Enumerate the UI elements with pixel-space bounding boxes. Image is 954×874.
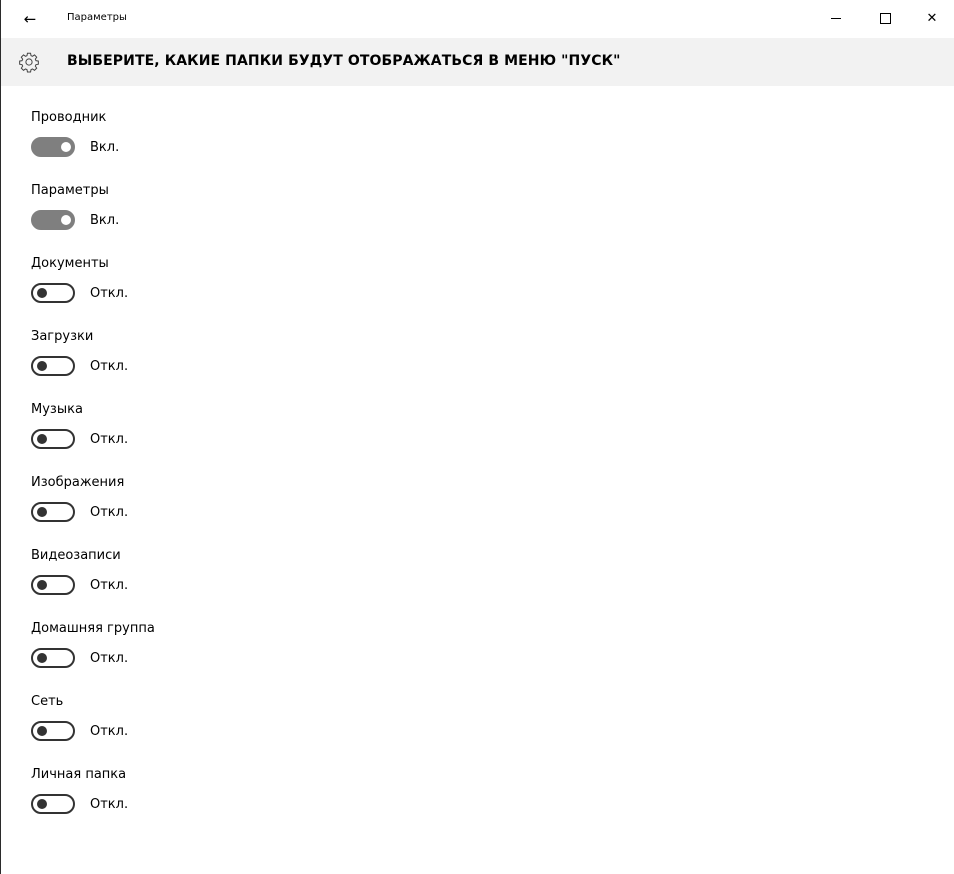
music-toggle[interactable] [31,429,75,449]
back-arrow-icon[interactable]: ← [19,8,41,30]
toggle-state-label: Откл. [90,577,129,593]
toggle-knob [37,434,47,444]
toggle-state-label: Откл. [90,285,129,301]
toggle-state-label: Откл. [90,650,129,666]
minimize-button[interactable] [813,0,859,36]
settings-window: ← Параметры ✕ ВЫБЕРИТЕ, КАКИЕ ПАПКИ БУДУ… [0,0,954,874]
toggle-knob [61,215,71,225]
toggle-knob [37,726,47,736]
toggle-knob [37,799,47,809]
setting-label: Личная папка [31,767,127,782]
setting-documents: Документы Откл. [31,252,931,325]
toggle-knob [61,142,71,152]
toggle-state-label: Вкл. [90,139,120,155]
setting-label: Документы [31,256,109,271]
page-title: ВЫБЕРИТЕ, КАКИЕ ПАПКИ БУДУТ ОТОБРАЖАТЬСЯ… [67,53,621,69]
toggle-knob [37,653,47,663]
settings-toggle[interactable] [31,210,75,230]
setting-label: Музыка [31,402,83,417]
toggle-state-label: Откл. [90,431,129,447]
toggle-knob [37,507,47,517]
setting-music: Музыка Откл. [31,398,931,471]
setting-label: Проводник [31,110,107,125]
title-bar: ← Параметры ✕ [1,0,954,38]
toggle-knob [37,288,47,298]
minimize-icon [831,17,841,19]
page-header: ВЫБЕРИТЕ, КАКИЕ ПАПКИ БУДУТ ОТОБРАЖАТЬСЯ… [1,38,954,86]
toggle-state-label: Откл. [90,358,129,374]
setting-label: Сеть [31,694,64,709]
setting-label: Видеозаписи [31,548,121,563]
setting-personal-folder: Личная папка Откл. [31,763,931,836]
setting-label: Домашняя группа [31,621,155,636]
setting-label: Изображения [31,475,125,490]
setting-downloads: Загрузки Откл. [31,325,931,398]
downloads-toggle[interactable] [31,356,75,376]
pictures-toggle[interactable] [31,502,75,522]
close-icon: ✕ [926,10,938,26]
maximize-icon [879,12,891,24]
setting-settings: Параметры Вкл. [31,179,931,252]
close-button[interactable]: ✕ [909,0,954,36]
setting-network: Сеть Откл. [31,690,931,763]
setting-videos: Видеозаписи Откл. [31,544,931,617]
toggle-knob [37,361,47,371]
setting-label: Параметры [31,183,109,198]
toggle-state-label: Откл. [90,723,129,739]
setting-homegroup: Домашняя группа Откл. [31,617,931,690]
maximize-button[interactable] [862,0,908,36]
explorer-toggle[interactable] [31,137,75,157]
toggle-state-label: Вкл. [90,212,120,228]
toggle-state-label: Откл. [90,796,129,812]
network-toggle[interactable] [31,721,75,741]
setting-label: Загрузки [31,329,94,344]
videos-toggle[interactable] [31,575,75,595]
window-title: Параметры [67,12,127,23]
gear-icon [19,52,39,73]
setting-pictures: Изображения Откл. [31,471,931,544]
setting-explorer: Проводник Вкл. [31,106,931,179]
documents-toggle[interactable] [31,283,75,303]
homegroup-toggle[interactable] [31,648,75,668]
personal-folder-toggle[interactable] [31,794,75,814]
toggle-state-label: Откл. [90,504,129,520]
toggle-knob [37,580,47,590]
folder-settings-list: Проводник Вкл. Параметры Вкл. Документы … [31,106,931,836]
